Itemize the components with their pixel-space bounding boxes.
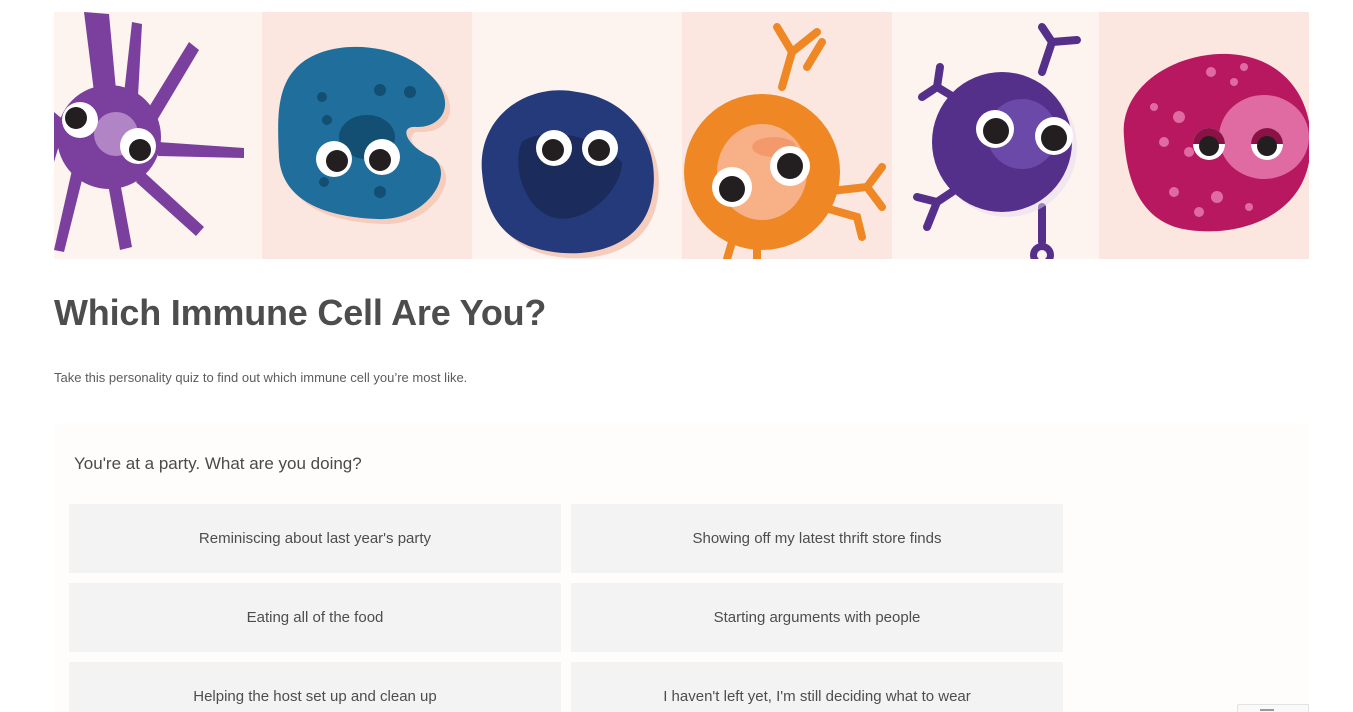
hero-banner xyxy=(54,12,1309,259)
answer-option[interactable]: Showing off my latest thrift store finds xyxy=(571,504,1063,573)
answer-option[interactable]: Starting arguments with people xyxy=(571,583,1063,652)
answer-option[interactable]: Eating all of the food xyxy=(69,583,561,652)
banner-cell-orange-antibody xyxy=(682,12,892,259)
page-subtitle: Take this personality quiz to find out w… xyxy=(54,370,468,385)
answer-grid: Reminiscing about last year's party Show… xyxy=(69,504,1064,712)
recaptcha-badge[interactable] xyxy=(1237,704,1309,712)
answer-option[interactable]: Reminiscing about last year's party xyxy=(69,504,561,573)
answer-option[interactable]: Helping the host set up and clean up xyxy=(69,662,561,712)
banner-cell-navy-round xyxy=(472,12,682,259)
banner-cell-purple-spiky xyxy=(54,12,262,259)
banner-cell-indigo-receptors xyxy=(892,12,1099,259)
page-title: Which Immune Cell Are You? xyxy=(54,292,547,333)
banner-cell-blue-amoeboid xyxy=(262,12,472,259)
recaptcha-icon xyxy=(1260,709,1274,711)
quiz-card: You're at a party. What are you doing? R… xyxy=(54,424,1309,712)
banner-cell-magenta-granular xyxy=(1099,12,1309,259)
quiz-question: You're at a party. What are you doing? xyxy=(74,454,362,473)
answer-option[interactable]: I haven't left yet, I'm still deciding w… xyxy=(571,662,1063,712)
